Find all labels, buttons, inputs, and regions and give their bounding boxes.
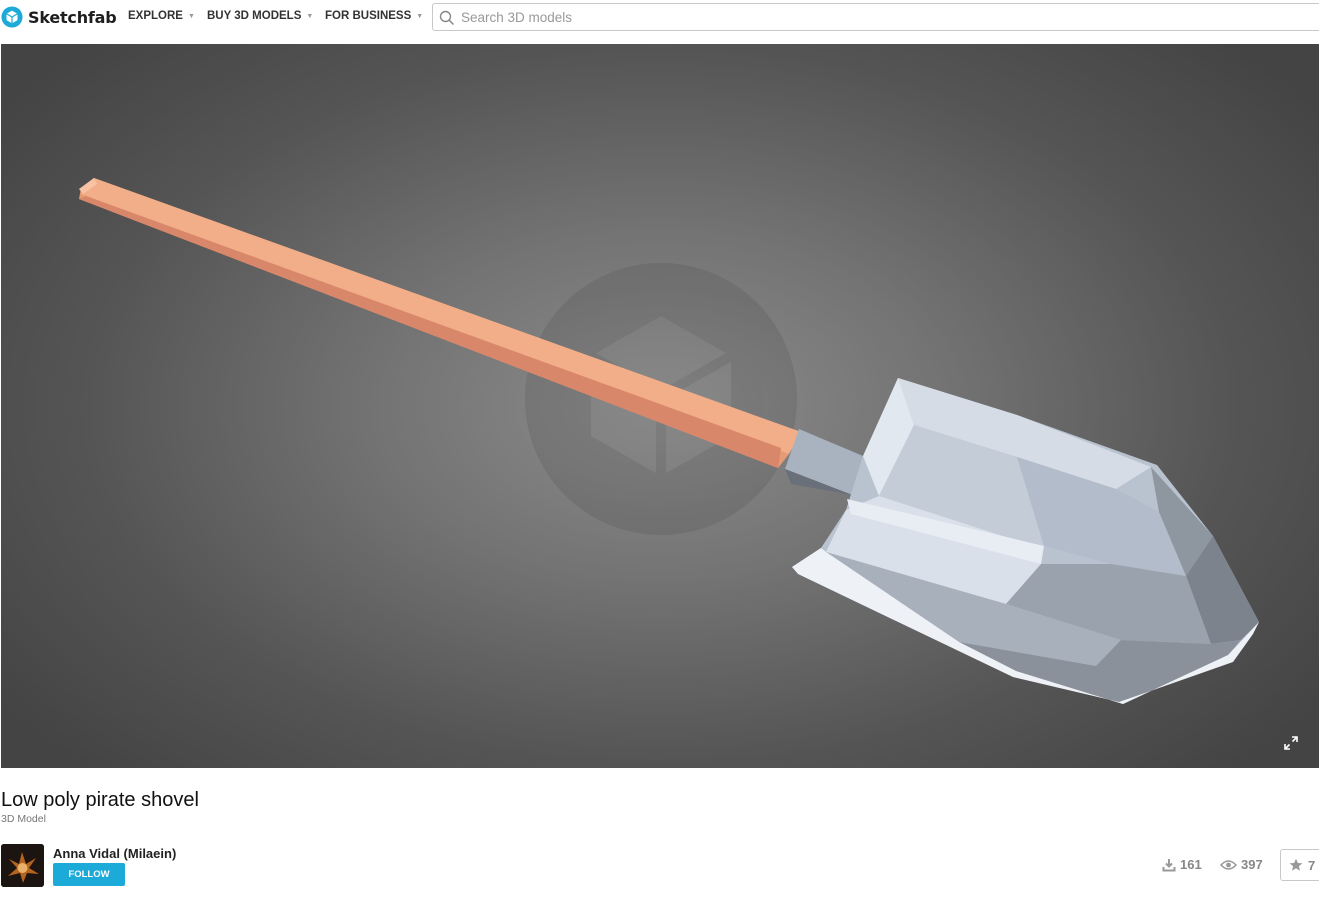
follow-button[interactable]: FOLLOW <box>53 863 125 886</box>
eye-icon <box>1220 859 1237 870</box>
nav-explore-label: EXPLORE <box>128 10 183 22</box>
user-avatar[interactable] <box>1 844 44 887</box>
likes-count: 7 <box>1308 857 1316 873</box>
shovel-blade <box>792 378 1259 704</box>
model-type-label: 3D Model <box>1 813 46 825</box>
downloads-stat: 161 <box>1162 857 1202 872</box>
nav-buy-3d-models[interactable]: BUY 3D MODELS ▼ <box>207 10 313 22</box>
nav-for-business[interactable]: FOR BUSINESS ▼ <box>325 10 423 22</box>
avatar-image <box>1 844 44 887</box>
caret-down-icon: ▼ <box>416 12 424 20</box>
views-count: 397 <box>1241 857 1263 872</box>
search-input[interactable] <box>461 7 1161 27</box>
fullscreen-icon[interactable] <box>1284 736 1298 750</box>
star-icon <box>1289 858 1303 871</box>
model-title: Low poly pirate shovel <box>1 789 199 811</box>
search-box[interactable] <box>432 3 1319 31</box>
download-icon <box>1162 858 1176 871</box>
caret-down-icon: ▼ <box>187 12 195 20</box>
downloads-count: 161 <box>1180 857 1202 872</box>
model-viewer[interactable] <box>1 44 1319 768</box>
model-render <box>79 178 1259 704</box>
nav-business-label: FOR BUSINESS <box>325 10 412 22</box>
views-stat: 397 <box>1220 857 1263 872</box>
caret-down-icon: ▼ <box>306 12 314 20</box>
top-navigation: Sketchfab EXPLORE ▼ BUY 3D MODELS ▼ FOR … <box>0 0 1319 36</box>
nav-explore[interactable]: EXPLORE ▼ <box>128 10 195 22</box>
shovel-neck <box>785 429 863 496</box>
nav-buy-label: BUY 3D MODELS <box>207 10 302 22</box>
search-icon <box>439 10 455 26</box>
author-name[interactable]: Anna Vidal (Milaein) <box>53 846 176 861</box>
logo-text: Sketchfab <box>28 7 117 27</box>
sketchfab-logo-icon <box>1 6 23 28</box>
sketchfab-logo[interactable]: Sketchfab <box>1 5 117 29</box>
like-button[interactable]: 7 <box>1280 849 1319 881</box>
